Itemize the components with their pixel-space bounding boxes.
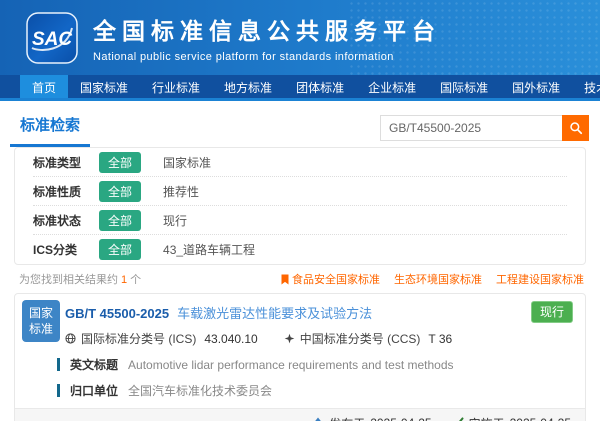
filter-all-chip[interactable]: 全部 (99, 181, 141, 202)
quick-links: 食品安全国家标准 生态环境国家标准 工程建设国家标准 (281, 271, 584, 287)
filter-option[interactable]: 推荐性 (163, 183, 199, 200)
card-footer: 发布于 2025-04-25 实施于 2025-04-25 (15, 408, 585, 421)
filter-option[interactable]: 43_道路车辆工程 (163, 241, 255, 258)
main-nav: 首页 国家标准 行业标准 地方标准 团体标准 企业标准 国际标准 国外标准 技术 (0, 75, 600, 101)
search-section-title: 标准检索 (10, 114, 90, 147)
svg-text:SAC: SAC (32, 29, 72, 50)
nav-tab-national-standards[interactable]: 国家标准 (68, 75, 140, 98)
ics-meta: 国际标准分类号 (ICS) 43.040.10 (65, 330, 258, 347)
standard-type-badge: 国家 标准 (22, 300, 60, 342)
nav-tab-technical[interactable]: 技术 (572, 75, 600, 98)
nav-tab-industry-standards[interactable]: 行业标准 (140, 75, 212, 98)
filter-label: ICS分类 (33, 241, 99, 258)
header-text-block: 全国标准信息公共服务平台 National public service pla… (93, 12, 441, 63)
implemented-date-item: 实施于 2025-04-25 (452, 415, 571, 421)
quick-link-label: 食品安全国家标准 (292, 271, 380, 287)
results-count-suffix: 个 (130, 274, 141, 286)
results-count-number: 1 (121, 274, 127, 286)
results-count-prefix: 为您找到相关结果约 (19, 274, 118, 286)
status-badge: 现行 (531, 301, 573, 323)
filter-row-standard-status: 标准状态 全部 现行 (33, 206, 567, 235)
results-bar: 为您找到相关结果约1个 食品安全国家标准 生态环境国家标准 工程建设国家标准 (19, 271, 584, 287)
quick-link-label: 生态环境国家标准 (394, 271, 482, 287)
ccs-value: T 36 (428, 332, 452, 346)
link-engineering-construction-standards[interactable]: 工程建设国家标准 (496, 271, 584, 287)
published-label: 发布于 (329, 415, 365, 421)
standard-title-link[interactable]: GB/T 45500-2025 车载激光雷达性能要求及试验方法 (65, 303, 573, 322)
search-section: 标准检索 (0, 101, 600, 145)
english-title-value: Automotive lidar performance requirement… (128, 358, 454, 372)
globe-icon (65, 333, 76, 344)
link-eco-environment-standards[interactable]: 生态环境国家标准 (394, 271, 482, 287)
filter-option[interactable]: 国家标准 (163, 154, 211, 171)
english-title-row: 英文标题 Automotive lidar performance requir… (57, 356, 573, 373)
nav-tab-foreign-standards[interactable]: 国外标准 (500, 75, 572, 98)
committee-label: 归口单位 (70, 382, 118, 399)
publish-upload-icon (312, 417, 324, 421)
filter-all-chip[interactable]: 全部 (99, 152, 141, 173)
committee-row: 归口单位 全国汽车标准化技术委员会 (57, 382, 573, 399)
committee-value: 全国汽车标准化技术委员会 (128, 382, 272, 399)
standard-result-card: 国家 标准 现行 GB/T 45500-2025 车载激光雷达性能要求及试验方法… (14, 293, 586, 421)
nav-tab-group-standards[interactable]: 团体标准 (284, 75, 356, 98)
implement-check-icon (452, 417, 464, 421)
filter-row-standard-nature: 标准性质 全部 推荐性 (33, 177, 567, 206)
ics-value: 43.040.10 (204, 332, 257, 346)
card-body: GB/T 45500-2025 车载激光雷达性能要求及试验方法 国际标准分类号 … (15, 294, 585, 399)
type-badge-line2: 标准 (22, 321, 60, 337)
ccs-label: 中国标准分类号 (CCS) (300, 330, 421, 347)
implemented-date: 2025-04-25 (510, 416, 571, 421)
field-accent-bar (57, 384, 60, 397)
results-count: 为您找到相关结果约1个 (19, 271, 141, 287)
filter-option[interactable]: 现行 (163, 212, 187, 229)
ccs-meta: 中国标准分类号 (CCS) T 36 (284, 330, 452, 347)
link-food-safety-standards[interactable]: 食品安全国家标准 (281, 271, 380, 287)
nav-tab-home[interactable]: 首页 (20, 75, 68, 98)
standard-code: GB/T 45500-2025 (65, 306, 169, 321)
filter-label: 标准类型 (33, 154, 99, 171)
type-badge-line1: 国家 (22, 305, 60, 321)
nav-tab-international-standards[interactable]: 国际标准 (428, 75, 500, 98)
bookmark-icon (281, 274, 289, 285)
sac-logo-icon: SAC (26, 12, 78, 64)
classification-row: 国际标准分类号 (ICS) 43.040.10 中国标准分类号 (CCS) T … (65, 330, 573, 347)
english-title-label: 英文标题 (70, 356, 118, 373)
nav-tab-enterprise-standards[interactable]: 企业标准 (356, 75, 428, 98)
compass-star-icon (284, 333, 295, 344)
site-header: SAC 全国标准信息公共服务平台 National public service… (0, 0, 600, 75)
implemented-label: 实施于 (469, 415, 505, 421)
field-accent-bar (57, 358, 60, 371)
site-title: 全国标准信息公共服务平台 (93, 12, 441, 46)
ics-label: 国际标准分类号 (ICS) (81, 330, 196, 347)
filter-row-standard-type: 标准类型 全部 国家标准 (33, 148, 567, 177)
search-box (380, 115, 589, 141)
quick-link-label: 工程建设国家标准 (496, 271, 584, 287)
published-date: 2025-04-25 (370, 416, 431, 421)
search-button[interactable] (562, 115, 589, 141)
nav-tab-local-standards[interactable]: 地方标准 (212, 75, 284, 98)
filter-row-ics-category: ICS分类 全部 43_道路车辆工程 (33, 235, 567, 264)
filter-label: 标准性质 (33, 183, 99, 200)
site-subtitle: National public service platform for sta… (93, 51, 441, 63)
filter-all-chip[interactable]: 全部 (99, 239, 141, 260)
standard-title-cn: 车载激光雷达性能要求及试验方法 (177, 303, 372, 322)
filter-panel: 标准类型 全部 国家标准 标准性质 全部 推荐性 标准状态 全部 现行 ICS分… (14, 147, 586, 265)
filter-label: 标准状态 (33, 212, 99, 229)
published-date-item: 发布于 2025-04-25 (312, 415, 431, 421)
filter-all-chip[interactable]: 全部 (99, 210, 141, 231)
search-input[interactable] (380, 115, 562, 141)
search-icon (569, 121, 583, 135)
